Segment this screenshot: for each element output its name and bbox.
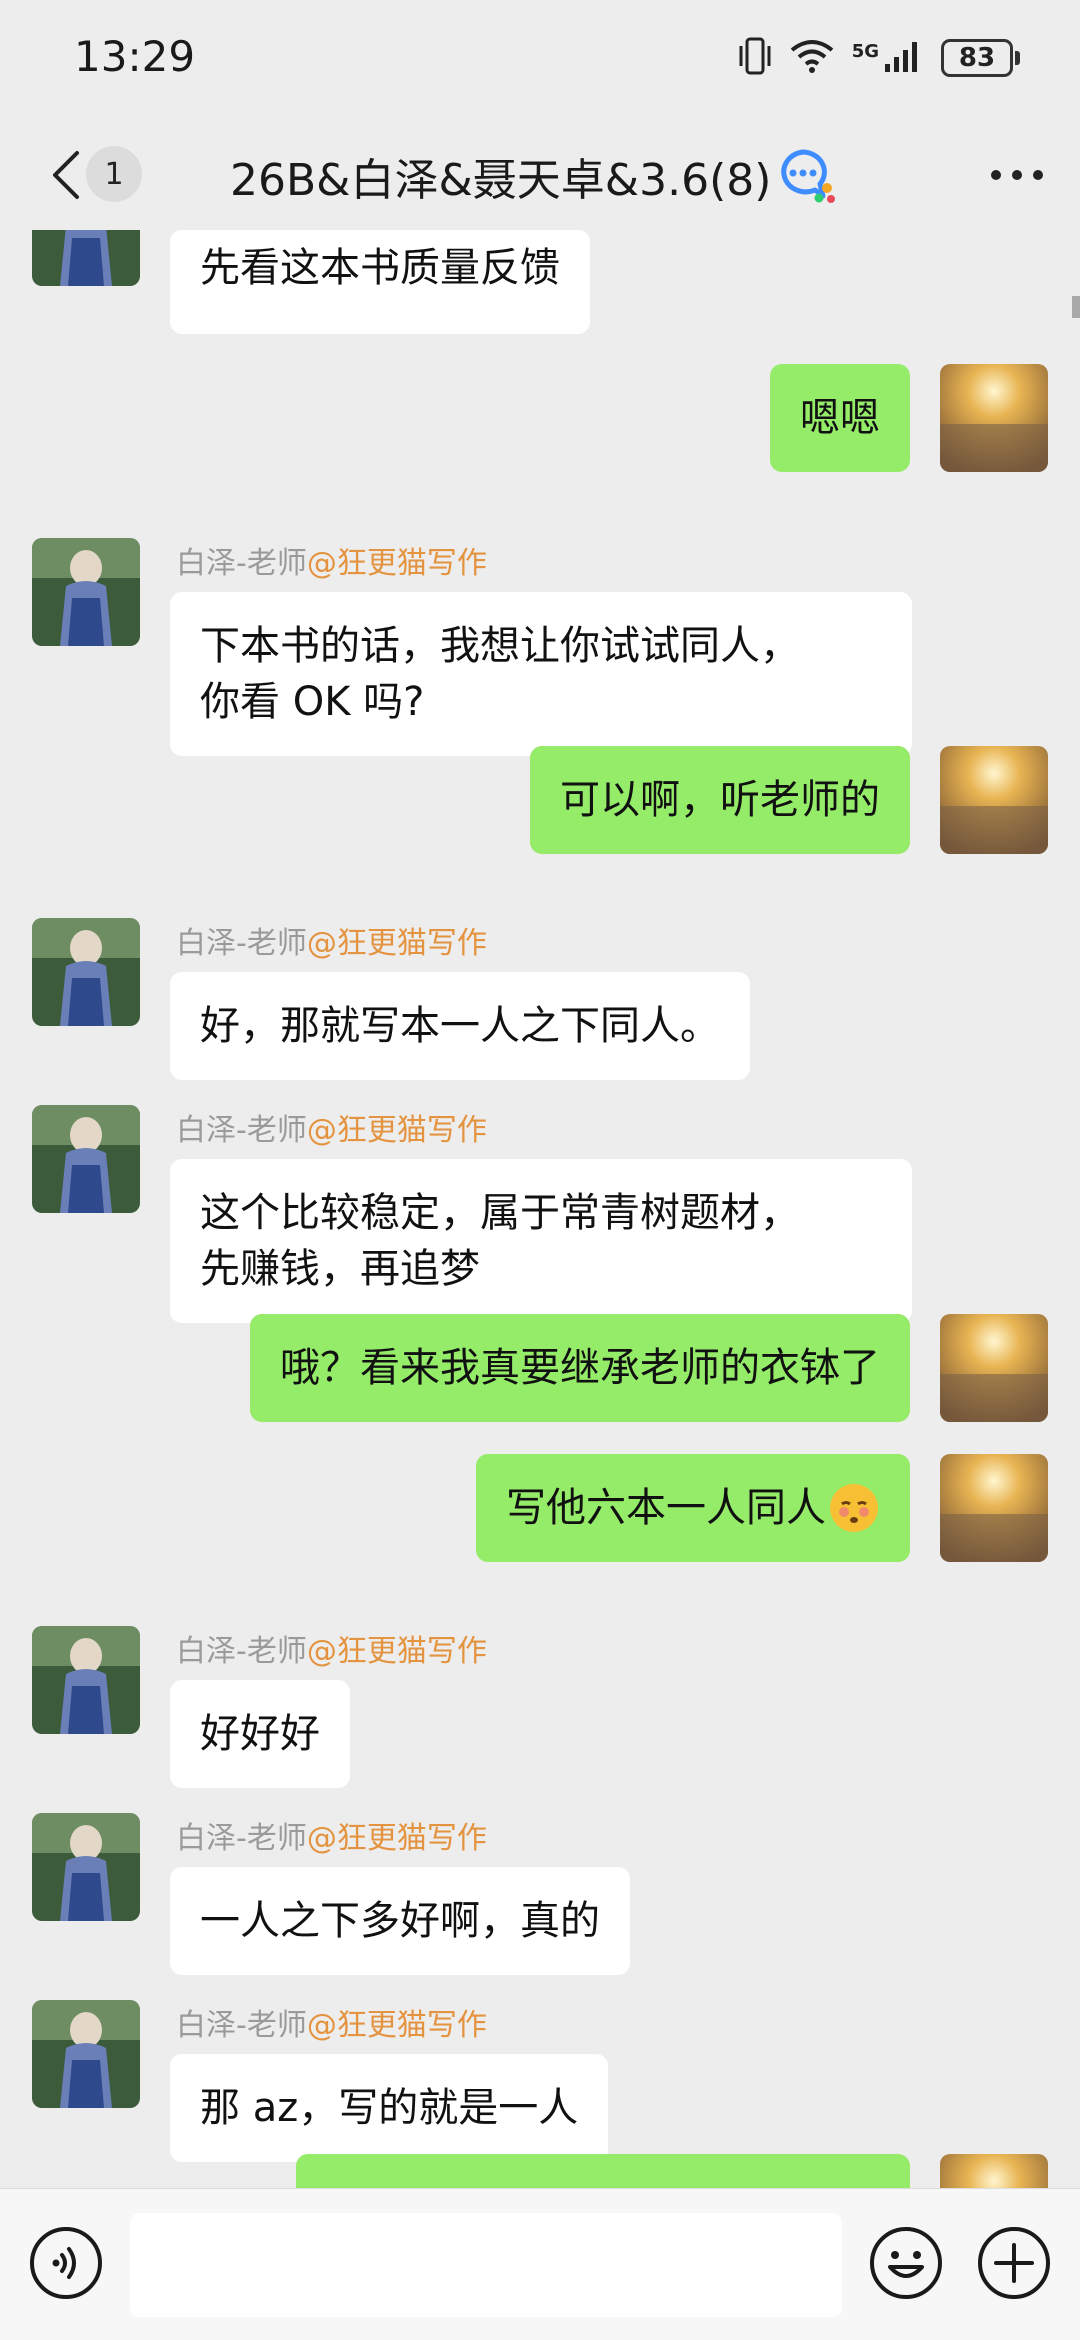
message-item: 白泽-老师@狂更猫写作 好，那就写本一人之下同人。 <box>0 886 1080 1080</box>
message-list[interactable]: 先看这本书质量反馈 嗯嗯 白泽-老师@狂更猫写作 下本书的话，我想让你试试同人，… <box>0 230 1080 2188</box>
sender-name: 白泽-老师@狂更猫写作 <box>176 1105 487 1149</box>
teacher-avatar[interactable] <box>32 918 140 1026</box>
message-text: 嗯嗯 <box>800 395 880 441</box>
battery-level: 83 <box>941 39 1013 77</box>
teacher-avatar[interactable] <box>32 1813 140 1921</box>
message-item: 白泽-老师@狂更猫写作 好好好 <box>0 1596 1080 1788</box>
network-type-label: 5G <box>851 40 879 62</box>
shush-face-emoji <box>828 1482 880 1534</box>
message-bubble[interactable]: 好好好 <box>170 1680 350 1788</box>
message-bubble[interactable]: 一人之下多好啊，真的 <box>170 1867 630 1975</box>
message-text: 哦？看来我真要继承老师的衣钵了 <box>280 1345 880 1391</box>
message-bubble[interactable]: 哦？看来我真要继承老师的衣钵了 <box>250 1314 910 1422</box>
message-bubble[interactable]: 嗯嗯 <box>770 364 910 472</box>
message-text: 先看这本书质量反馈 <box>200 245 560 291</box>
message-item: 先看这本书质量反馈 <box>0 230 1080 340</box>
more-button[interactable] <box>984 144 1050 206</box>
sender-group-tag[interactable]: @狂更猫写作 <box>307 1821 487 1856</box>
vibrate-icon <box>738 36 772 80</box>
self-avatar[interactable] <box>940 746 1048 854</box>
message-text: 你看 OK 吗? <box>200 679 425 725</box>
sender-group-tag[interactable]: @狂更猫写作 <box>307 926 487 961</box>
emoji-button[interactable] <box>868 2225 944 2301</box>
back-arrow-icon <box>53 151 79 199</box>
message-bubble[interactable]: 先看这本书质量反馈 <box>170 230 590 334</box>
sender-nickname: 白泽-老师 <box>176 1821 307 1856</box>
message-text: 一人之下多好啊，真的 <box>200 1898 600 1944</box>
sender-nickname: 白泽-老师 <box>176 2008 307 2043</box>
message-text: 好，那就写本一人之下同人。 <box>200 1003 720 1049</box>
chat-header: 1 26B&白泽&聂天卓&3.6(8) <box>0 120 1080 230</box>
message-text: 好好好 <box>200 1711 320 1757</box>
sender-name: 白泽-老师@狂更猫写作 <box>176 918 487 962</box>
self-avatar[interactable] <box>940 1454 1048 1562</box>
message-input[interactable] <box>130 2213 842 2317</box>
message-text: 这个比较稳定，属于常青树题材， <box>200 1190 800 1236</box>
message-bubble[interactable]: 好，那就写本一人之下同人。 <box>170 972 750 1080</box>
sender-nickname: 白泽-老师 <box>176 926 307 961</box>
message-text: 那 az，写的就是一人 <box>200 2085 579 2131</box>
voice-icon <box>30 2227 102 2299</box>
message-text: 可以啊，听老师的 <box>560 777 880 823</box>
voice-button[interactable] <box>28 2225 104 2301</box>
message-bubble[interactable]: 这个比较稳定，属于常青树题材， 先赚钱，再追梦 <box>170 1159 912 1323</box>
message-text: 先赚钱，再追梦 <box>200 1246 480 1292</box>
status-icons: 5G 83 <box>738 36 1020 80</box>
sender-group-tag[interactable]: @狂更猫写作 <box>307 1113 487 1148</box>
message-bubble[interactable]: 那 az，写的就是一人 <box>170 2054 609 2162</box>
teacher-avatar[interactable] <box>32 1105 140 1213</box>
tencent-channel-icon[interactable] <box>775 148 837 208</box>
unread-count-badge[interactable]: 1 <box>86 146 142 202</box>
sender-nickname: 白泽-老师 <box>176 1634 307 1669</box>
status-bar: 13:29 5G 83 <box>0 0 1080 120</box>
message-item <box>0 2154 1080 2188</box>
message-item: 哦？看来我真要继承老师的衣钵了 <box>0 1314 1080 1424</box>
message-item: 可以啊，听老师的 <box>0 746 1080 856</box>
message-item: 白泽-老师@狂更猫写作 下本书的话，我想让你试试同人， 你看 OK 吗? <box>0 506 1080 756</box>
sender-group-tag[interactable]: @狂更猫写作 <box>307 1634 487 1669</box>
message-item: 写他六本一人同人 <box>0 1454 1080 1564</box>
message-item: 白泽-老师@狂更猫写作 那 az，写的就是一人 <box>0 1970 1080 2162</box>
more-functions-button[interactable] <box>976 2225 1052 2301</box>
message-text: 下本书的话，我想让你试试同人， <box>200 623 800 669</box>
teacher-avatar[interactable] <box>32 230 140 286</box>
self-avatar[interactable] <box>940 1314 1048 1422</box>
sender-nickname: 白泽-老师 <box>176 546 307 581</box>
message-item: 白泽-老师@狂更猫写作 这个比较稳定，属于常青树题材， 先赚钱，再追梦 <box>0 1073 1080 1323</box>
sender-name: 白泽-老师@狂更猫写作 <box>176 2000 487 2044</box>
self-avatar[interactable] <box>940 2154 1048 2188</box>
wifi-icon <box>790 38 834 78</box>
self-avatar[interactable] <box>940 364 1048 472</box>
message-bubble[interactable] <box>296 2154 910 2188</box>
sender-nickname: 白泽-老师 <box>176 1113 307 1148</box>
sender-group-tag[interactable]: @狂更猫写作 <box>307 2008 487 2043</box>
battery-icon: 83 <box>941 39 1020 77</box>
teacher-avatar[interactable] <box>32 2000 140 2108</box>
message-bubble[interactable]: 下本书的话，我想让你试试同人， 你看 OK 吗? <box>170 592 912 756</box>
message-item: 白泽-老师@狂更猫写作 一人之下多好啊，真的 <box>0 1783 1080 1975</box>
teacher-avatar[interactable] <box>32 1626 140 1734</box>
plus-icon <box>978 2227 1050 2299</box>
signal-icon <box>883 38 923 78</box>
message-text: 写他六本一人同人 <box>506 1485 826 1531</box>
teacher-avatar[interactable] <box>32 538 140 646</box>
status-time: 13:29 <box>74 32 196 81</box>
message-item: 嗯嗯 <box>0 364 1080 474</box>
input-bar <box>0 2188 1080 2340</box>
sender-name: 白泽-老师@狂更猫写作 <box>176 1626 487 1670</box>
chat-title[interactable]: 26B&白泽&聂天卓&3.6(8) <box>230 144 771 208</box>
sender-name: 白泽-老师@狂更猫写作 <box>176 538 487 582</box>
emoji-icon <box>870 2227 942 2299</box>
message-bubble[interactable]: 可以啊，听老师的 <box>530 746 910 854</box>
sender-group-tag[interactable]: @狂更猫写作 <box>307 546 487 581</box>
more-icon <box>991 170 1043 180</box>
battery-tip <box>1015 51 1020 65</box>
sender-name: 白泽-老师@狂更猫写作 <box>176 1813 487 1857</box>
message-bubble[interactable]: 写他六本一人同人 <box>476 1454 910 1562</box>
